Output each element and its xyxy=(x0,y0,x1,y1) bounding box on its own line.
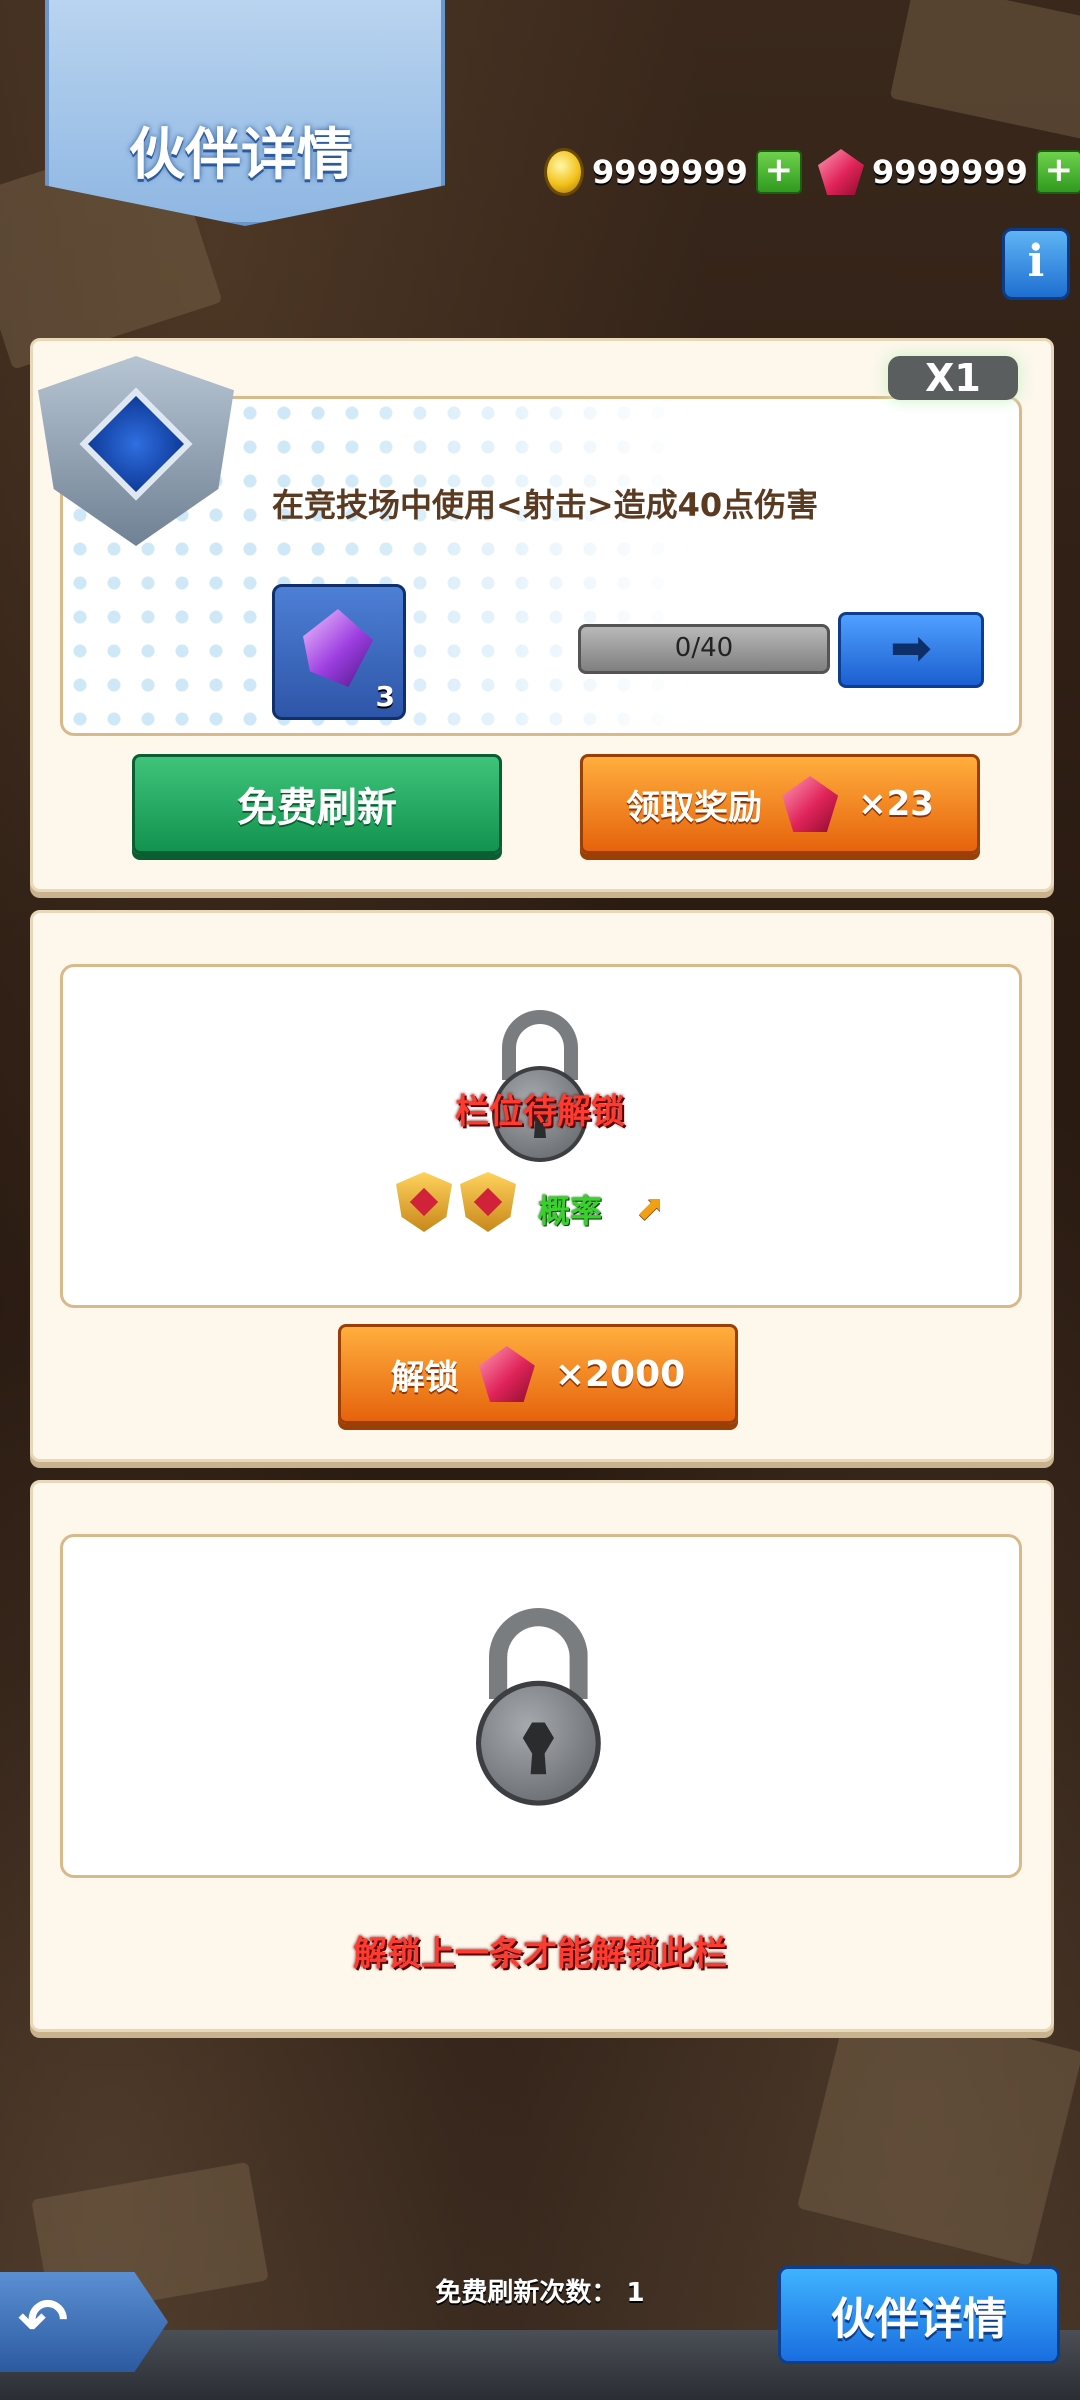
coin-amount: 9999999 xyxy=(592,153,748,191)
lock-icon xyxy=(476,1608,645,1868)
coin-display: 9999999 + xyxy=(544,148,802,196)
locked-hint: 解锁上一条才能解锁此栏 xyxy=(353,1934,727,1974)
silver-rank-shield-icon xyxy=(38,356,234,546)
task-description: 在竞技场中使用<射击>造成40点伤害 xyxy=(272,486,819,524)
red-gem-icon xyxy=(782,776,839,832)
gem-amount: 9999999 xyxy=(872,153,1028,191)
unlock-slot-button[interactable]: 解锁 ×2000 xyxy=(338,1324,738,1424)
reward-item-count: 3 xyxy=(375,680,395,713)
purple-crystal-icon xyxy=(303,609,373,687)
gold-coin-icon xyxy=(544,148,584,196)
back-arrow-icon: ↶ xyxy=(18,2286,69,2356)
page-title: 伙伴详情 xyxy=(129,123,353,188)
unlock-label: 解锁 xyxy=(390,1357,459,1398)
info-button[interactable]: i xyxy=(1002,228,1070,300)
add-gems-button[interactable]: + xyxy=(1035,150,1080,194)
partner-details-label: 伙伴详情 xyxy=(831,2294,1007,2345)
claim-reward-label: 领取奖励 xyxy=(626,787,763,828)
red-gem-icon xyxy=(478,1346,535,1402)
arrow-up-icon: ⬈ xyxy=(636,1188,665,1228)
slot-locked-label: 栏位待解锁 xyxy=(455,1092,625,1132)
unlock-cost: ×2000 xyxy=(554,1353,686,1395)
claim-reward-button[interactable]: 领取奖励 ×23 xyxy=(580,754,980,854)
free-refresh-label: 免费刷新 xyxy=(237,785,397,831)
partner-details-button[interactable]: 伙伴详情 xyxy=(778,2266,1060,2364)
progress-text: 0/40 xyxy=(674,633,734,663)
free-refresh-button[interactable]: 免费刷新 xyxy=(132,754,502,854)
probability-label: 概率 xyxy=(538,1192,603,1230)
go-arrow-button[interactable]: ➡ xyxy=(838,612,984,688)
back-button[interactable]: ↶ xyxy=(0,2272,168,2372)
red-gem-icon xyxy=(818,149,864,195)
claim-reward-amount: ×23 xyxy=(858,784,934,824)
task-progress-bar: 0/40 xyxy=(578,624,830,674)
add-coins-button[interactable]: + xyxy=(755,150,802,194)
gem-display: 9999999 + xyxy=(818,148,1080,196)
multiplier-badge: X1 xyxy=(888,356,1018,400)
reward-item-slot[interactable]: 3 xyxy=(272,584,406,720)
